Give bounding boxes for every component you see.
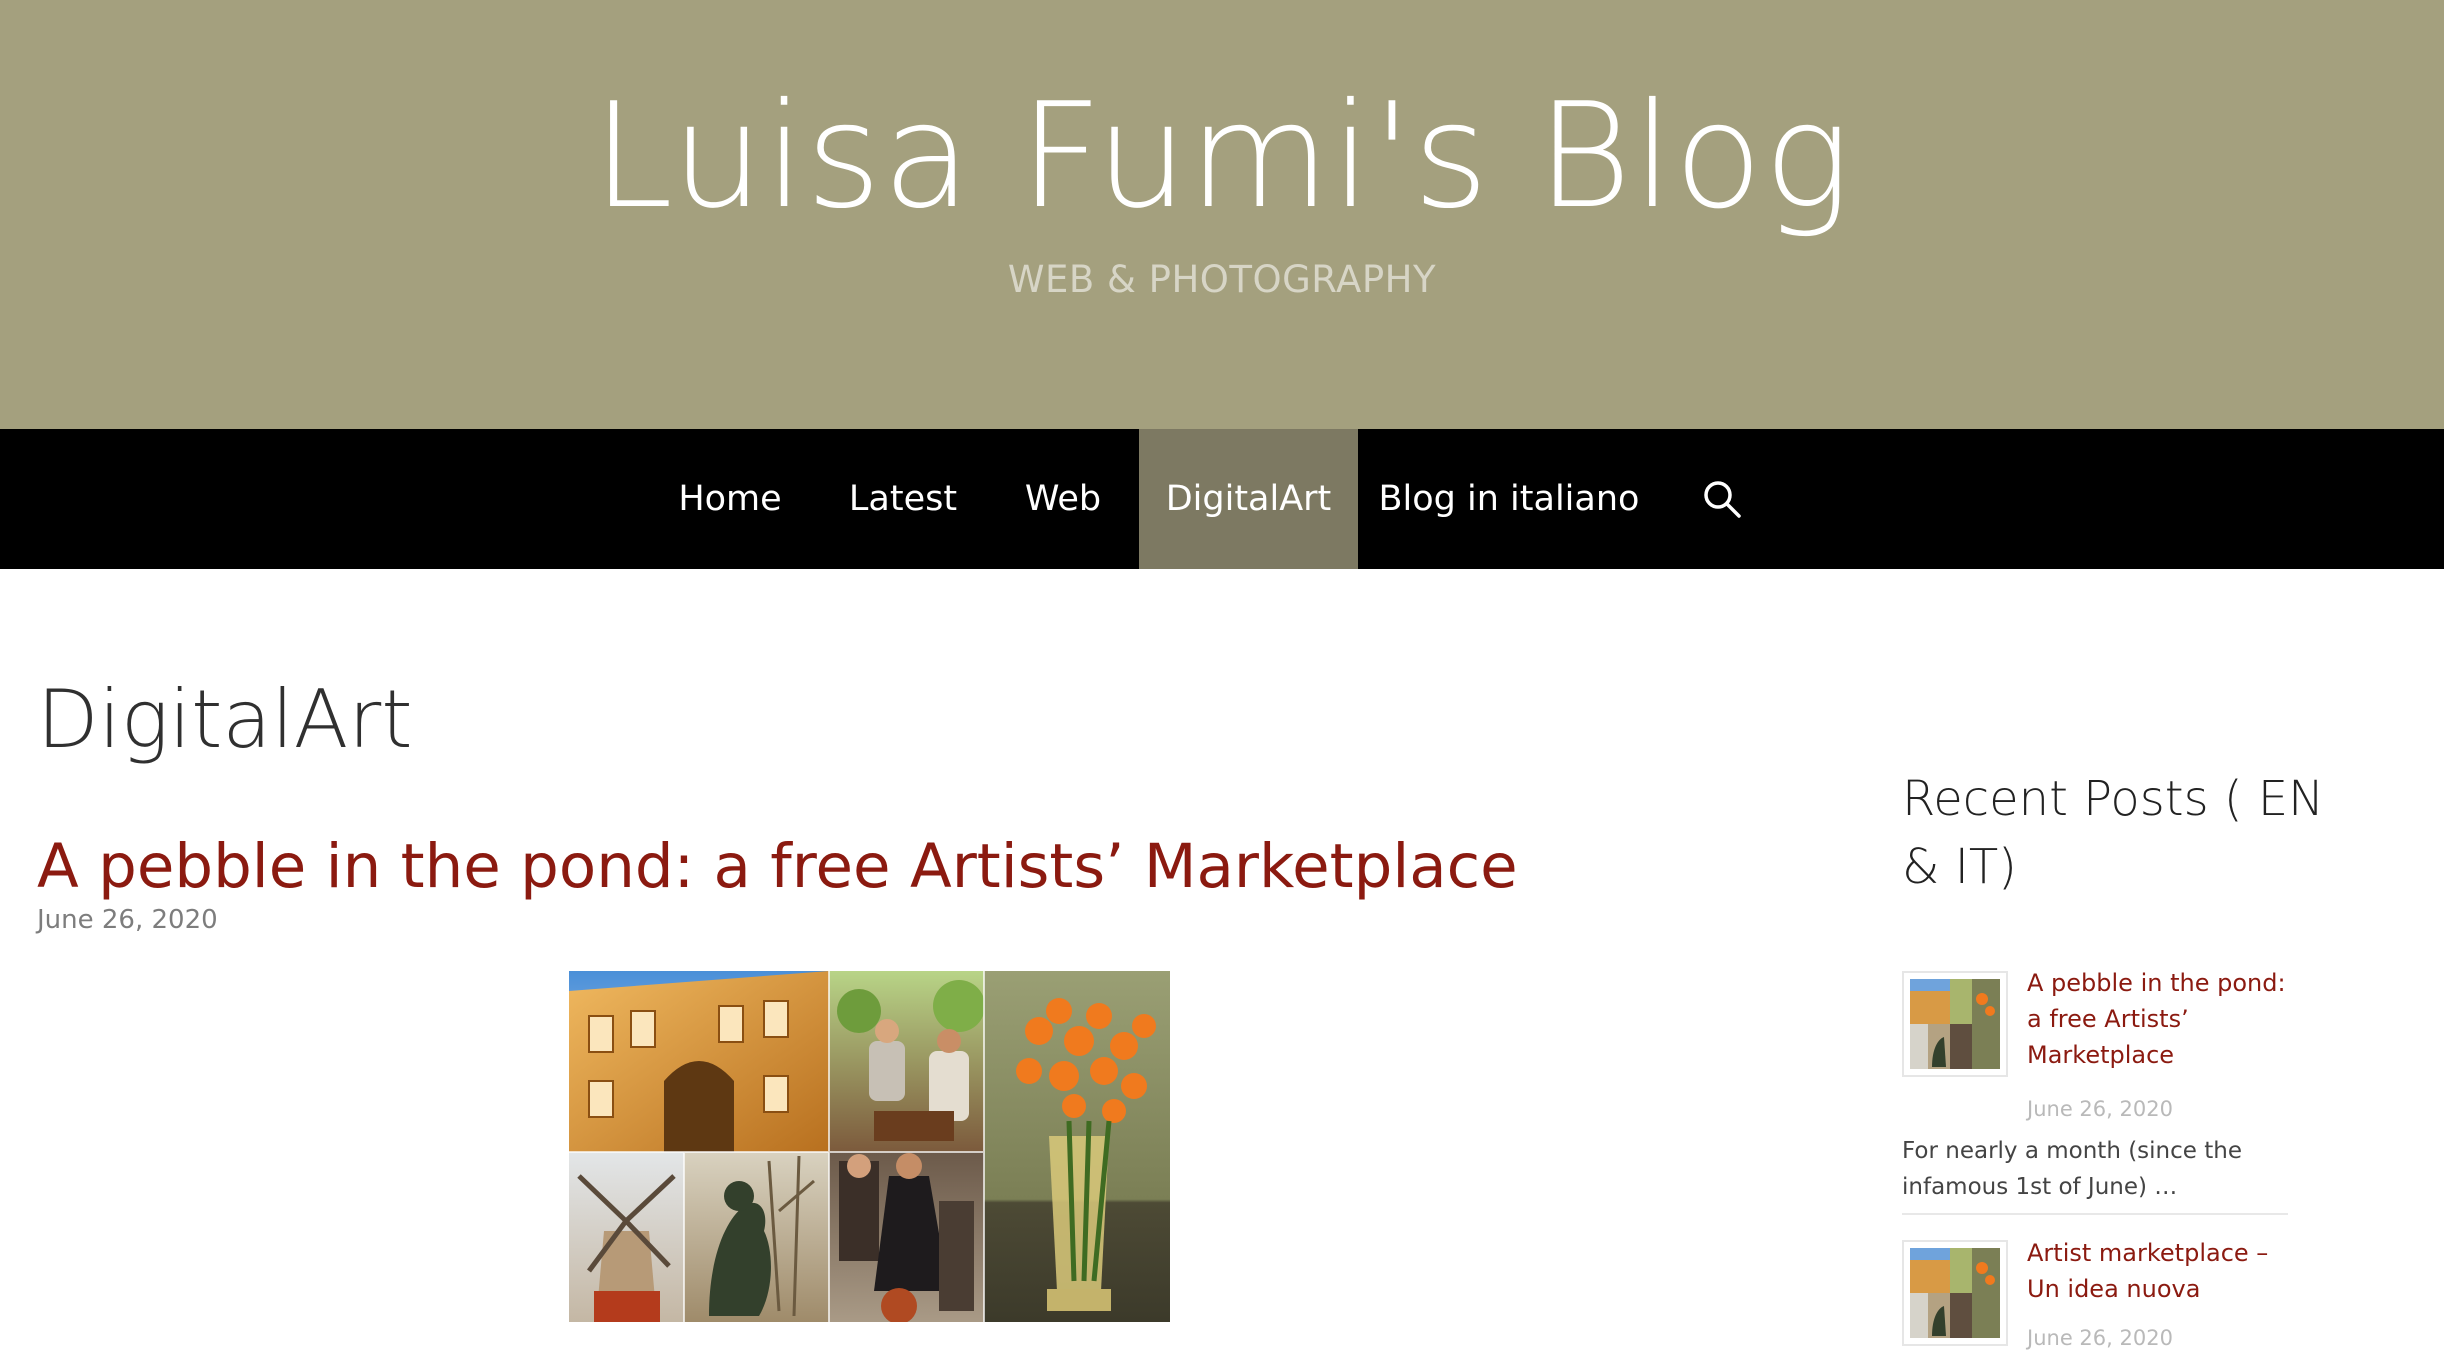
nav-item-digitalart[interactable]: DigitalArt bbox=[1139, 429, 1358, 569]
nav-item-home[interactable]: Home bbox=[658, 429, 802, 569]
main-navigation: Home Latest Web DigitalArt Blog in itali… bbox=[0, 429, 2444, 569]
recent-post-link[interactable]: A pebble in the pond: a free Artists’ Ma… bbox=[2027, 965, 2297, 1073]
site-title[interactable]: Luisa Fumi's Blog bbox=[0, 62, 2444, 252]
nav-item-blog-in-italiano[interactable]: Blog in italiano bbox=[1372, 429, 1646, 569]
recent-post-divider bbox=[1902, 1213, 2288, 1215]
recent-post-thumbnail[interactable] bbox=[1902, 1240, 2008, 1346]
archive-title: DigitalArt bbox=[37, 673, 413, 766]
recent-post-link[interactable]: Artist marketplace – Un idea nuova bbox=[2027, 1235, 2297, 1307]
post-title-link[interactable]: A pebble in the pond: a free Artists’ Ma… bbox=[37, 825, 1518, 909]
recent-post-date: June 26, 2020 bbox=[2027, 1097, 2173, 1121]
recent-posts-widget-title: Recent Posts ( EN & IT) bbox=[1902, 771, 2325, 895]
recent-post-excerpt: For nearly a month (since the infamous 1… bbox=[1902, 1138, 2242, 1200]
post-date: June 26, 2020 bbox=[37, 905, 218, 935]
post-featured-image[interactable] bbox=[569, 971, 1170, 1322]
search-icon[interactable] bbox=[1702, 479, 1742, 519]
recent-post-date: June 26, 2020 bbox=[2027, 1326, 2173, 1350]
recent-post-thumbnail[interactable] bbox=[1902, 971, 2008, 1077]
nav-item-web[interactable]: Web bbox=[998, 429, 1128, 569]
nav-item-latest[interactable]: Latest bbox=[818, 429, 988, 569]
site-header: Luisa Fumi's Blog WEB & PHOTOGRAPHY bbox=[0, 0, 2444, 429]
site-tagline: WEB & PHOTOGRAPHY bbox=[1007, 258, 1437, 301]
